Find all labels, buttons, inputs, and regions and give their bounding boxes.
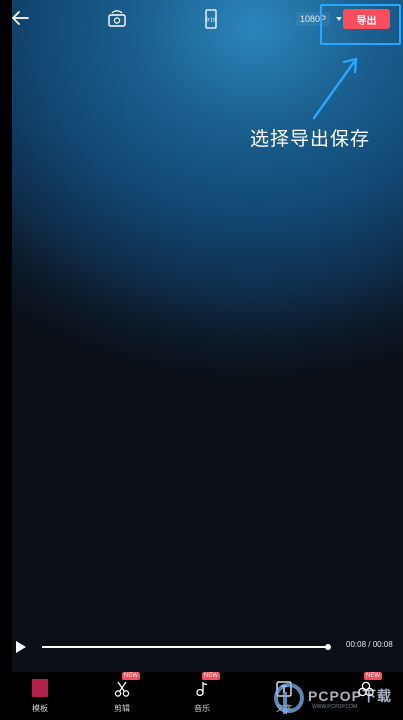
annotation-arrow-icon <box>312 57 358 120</box>
resolution-select[interactable]: 1080P <box>296 10 343 28</box>
watermark-text: PCPOP下载 <box>308 688 393 704</box>
tool-label: 模板 <box>32 704 48 713</box>
tool-music[interactable]: NEW 音乐 <box>182 672 222 718</box>
chevron-down-icon <box>336 17 343 21</box>
resolution-value: 1080P <box>296 12 331 26</box>
progress-track[interactable] <box>42 644 331 650</box>
play-icon[interactable] <box>16 641 26 653</box>
time-readout: 00:08 / 00:08 <box>346 640 393 649</box>
tool-edit[interactable]: NEW 剪辑 <box>102 672 142 718</box>
svg-text:9:16: 9:16 <box>206 18 216 24</box>
new-badge: NEW <box>364 672 382 680</box>
pcpop-logo-icon <box>274 683 304 714</box>
new-badge: NEW <box>202 672 220 680</box>
aspect-ratio-icon[interactable]: 9:16 <box>200 8 222 30</box>
new-badge: NEW <box>122 672 140 680</box>
annotation-text: 选择导出保存 <box>250 128 371 150</box>
music-note-icon <box>196 681 208 697</box>
scissors-icon <box>114 681 130 697</box>
watermark-subtext: WWW.PCPOP.COM <box>312 704 358 710</box>
left-frame-edge <box>0 0 12 720</box>
tool-label: 音乐 <box>194 704 210 713</box>
playback-bar: 00:08 / 00:08 <box>0 636 403 660</box>
template-thumbnail <box>32 679 48 697</box>
top-toolbar: 9:16 1080P 导出 <box>0 0 403 40</box>
back-arrow-icon[interactable] <box>8 6 32 30</box>
export-button[interactable]: 导出 <box>343 9 390 29</box>
progress-fill <box>42 646 328 648</box>
progress-thumb[interactable] <box>325 644 331 650</box>
tool-template[interactable]: 模板 <box>20 678 60 718</box>
tool-label: 剪辑 <box>114 704 130 713</box>
watermark: PCPOP下载 WWW.PCPOP.COM <box>272 682 403 718</box>
camera-rotate-icon[interactable] <box>106 8 128 30</box>
